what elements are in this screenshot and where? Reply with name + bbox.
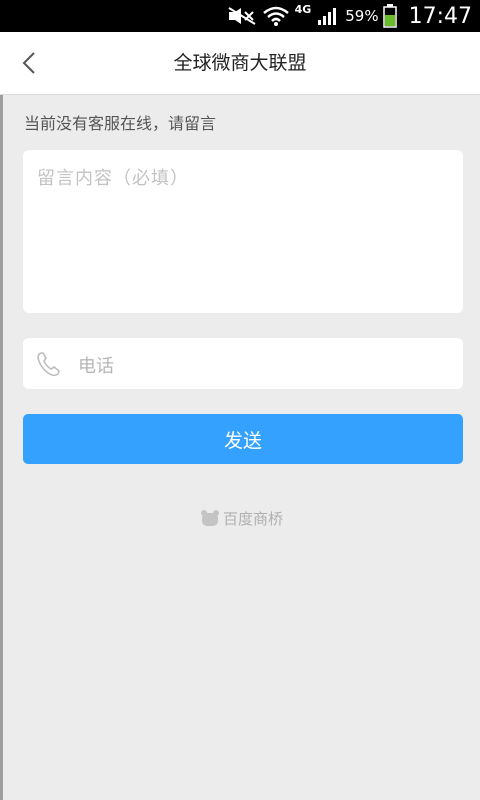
wifi-icon [262, 6, 289, 26]
clock: 17:47 [408, 3, 472, 29]
phone-icon [37, 352, 60, 377]
status-icons: 4G 59% 17:47 [227, 0, 472, 32]
signal-icon [317, 6, 339, 26]
offline-notice: 当前没有客服在线，请留言 [24, 114, 217, 133]
send-button[interactable]: 发送 [23, 414, 463, 464]
back-arrow-icon [22, 52, 35, 74]
phone-placeholder: 电话 [78, 356, 114, 377]
message-textarea[interactable]: 留言内容（必填） [23, 150, 463, 313]
mute-icon [227, 6, 257, 26]
left-edge-rule [0, 95, 3, 800]
back-button[interactable] [14, 48, 44, 78]
battery-percent: 59% [345, 7, 379, 25]
status-bar: 4G 59% 17:47 [0, 0, 480, 32]
brand-label: 百度商桥 [223, 509, 284, 528]
bear-logo-icon [201, 510, 219, 526]
app-header: 全球微商大联盟 [0, 32, 480, 95]
phone-field[interactable]: 电话 [23, 338, 463, 389]
brand-footer: 百度商桥 [200, 507, 283, 529]
battery-icon [382, 4, 397, 28]
network-type: 4G [294, 3, 312, 16]
message-placeholder: 留言内容（必填） [37, 168, 189, 189]
page-title: 全球微商大联盟 [173, 52, 307, 74]
